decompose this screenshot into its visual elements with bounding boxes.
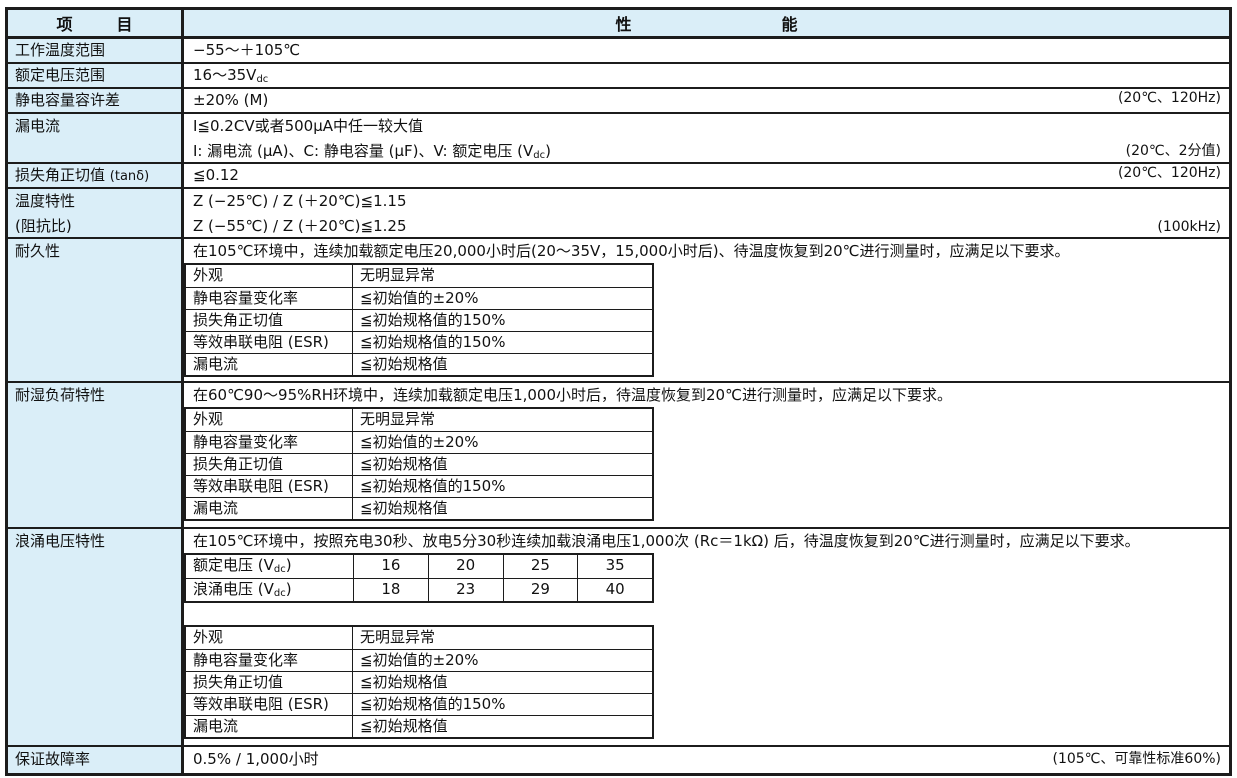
item-label: 耐湿负荷特性: [8, 383, 184, 527]
row-operating-temperature-range: 工作温度范围 −55〜＋105℃: [8, 39, 1229, 64]
vdc-subscript: dc: [274, 588, 286, 599]
table-row: 静电容量变化率 ≦初始值的±20%: [186, 431, 652, 453]
spec-value-cell: ≦0.12 (20℃、120Hz): [184, 164, 1229, 187]
table-row: 等效串联电阻 (ESR) ≦初始规格值的150%: [186, 693, 652, 715]
humidity-criteria-table: 外观 无明显异常 静电容量变化率 ≦初始值的±20% 损失角正切值 ≦初始规格值…: [184, 407, 654, 521]
row-dissipation-factor: 损失角正切值 (tanδ) ≦0.12 (20℃、120Hz): [8, 164, 1229, 189]
table-row: 损失角正切值 ≦初始规格值: [186, 453, 652, 475]
vdc-subscript: dc: [533, 150, 545, 161]
table-header-row: 项目 性能: [8, 10, 1229, 39]
row-temperature-characteristics: 温度特性 (阻抗比) Z (−25℃) / Z (＋20℃)≦1.15 Z (−…: [8, 189, 1229, 239]
row-capacitance-tolerance: 静电容量容许差 ±20% (M) (20℃、120Hz): [8, 89, 1229, 114]
spec-value: 0.5% / 1,000小时: [193, 750, 319, 768]
rated-voltage-value: 20: [429, 555, 504, 578]
rated-voltage-header: 额定电压 (Vdc): [186, 555, 354, 578]
table-row: 浪涌电压 (Vdc) 18 23 29 40: [186, 578, 652, 601]
table-row: 等效串联电阻 (ESR) ≦初始规格值的150%: [186, 331, 652, 353]
test-condition-text: 在60℃90〜95%RH环境中，连续加载额定电压1,000小时后，待温度恢复到2…: [184, 383, 1229, 407]
surge-voltage-value: 18: [354, 579, 429, 601]
test-condition-text: 在105℃环境中，连续加载额定电压20,000小时后(20〜35V，15,000…: [184, 239, 1229, 263]
spec-line-1: I≦0.2CV或者500μA中任一较大值: [193, 114, 1229, 139]
table-row: 外观 无明显异常: [186, 265, 652, 287]
table-row: 外观 无明显异常: [186, 627, 652, 649]
table-row: 等效串联电阻 (ESR) ≦初始规格值的150%: [186, 475, 652, 497]
spec-value-cell: −55〜＋105℃: [184, 39, 1229, 62]
surge-voltage-value: 29: [504, 579, 579, 601]
surge-voltage-header: 浪涌电压 (Vdc): [186, 579, 354, 601]
spec-value-cell: 在105℃环境中，连续加载额定电压20,000小时后(20〜35V，15,000…: [184, 239, 1229, 381]
vdc-subscript: dc: [274, 564, 286, 575]
spec-value-cell: 在105℃环境中，按照充电30秒、放电5分30秒连续加载浪涌电压1,000次 (…: [184, 529, 1229, 745]
spec-table: 项目 性能 工作温度范围 −55〜＋105℃ 额定电压范围 16〜35Vdc 静…: [5, 7, 1232, 776]
measurement-condition: (20℃、120Hz): [1118, 162, 1221, 185]
item-label-paren: (tanδ): [110, 169, 149, 184]
item-label: 耐久性: [8, 239, 184, 381]
spec-value-cell: 0.5% / 1,000小时 (105℃、可靠性标准60%): [184, 747, 1229, 773]
spec-value-cell: ±20% (M) (20℃、120Hz): [184, 89, 1229, 112]
header-performance-cell: 性能: [184, 10, 1229, 36]
header-performance-label: 性能: [465, 11, 947, 35]
surge-voltage-value: 23: [429, 579, 504, 601]
row-rated-voltage-range: 额定电压范围 16〜35Vdc: [8, 64, 1229, 89]
row-leakage-current: 漏电流 I≦0.2CV或者500μA中任一较大值 I: 漏电流 (μA)、C: …: [8, 114, 1229, 164]
spec-value: ≦0.12: [193, 166, 239, 184]
test-condition-text: 在105℃环境中，按照充电30秒、放电5分30秒连续加载浪涌电压1,000次 (…: [184, 529, 1229, 553]
header-item-label: 项目: [12, 11, 176, 35]
table-row: 静电容量变化率 ≦初始值的±20%: [186, 649, 652, 671]
measurement-condition: (100kHz): [1157, 219, 1221, 235]
rated-voltage-value: 35: [578, 555, 652, 578]
item-label: 额定电压范围: [8, 64, 184, 87]
item-label-line2: (阻抗比): [15, 214, 181, 239]
rated-voltage-value: 16: [354, 555, 429, 578]
row-humidity-load: 耐湿负荷特性 在60℃90〜95%RH环境中，连续加载额定电压1,000小时后，…: [8, 383, 1229, 529]
table-row: 损失角正切值 ≦初始规格值的150%: [186, 309, 652, 331]
measurement-condition: (20℃、2分值): [1126, 140, 1221, 160]
measurement-condition: (20℃、120Hz): [1118, 87, 1221, 110]
item-label: 温度特性 (阻抗比): [8, 189, 184, 237]
table-row: 外观 无明显异常: [186, 409, 652, 431]
table-row: 漏电流 ≦初始规格值: [186, 353, 652, 375]
surge-voltage-value: 40: [578, 579, 652, 601]
row-guaranteed-failure-rate: 保证故障率 0.5% / 1,000小时 (105℃、可靠性标准60%): [8, 747, 1229, 773]
table-row: 额定电压 (Vdc) 16 20 25 35: [186, 555, 652, 578]
item-label: 损失角正切值 (tanδ): [8, 164, 184, 187]
table-row: 损失角正切值 ≦初始规格值: [186, 671, 652, 693]
spec-line-1: Z (−25℃) / Z (＋20℃)≦1.15: [193, 189, 1229, 214]
item-label: 漏电流: [8, 114, 184, 162]
surge-criteria-table: 外观 无明显异常 静电容量变化率 ≦初始值的±20% 损失角正切值 ≦初始规格值…: [184, 625, 654, 739]
item-label: 工作温度范围: [8, 39, 184, 62]
surge-voltage-table: 额定电压 (Vdc) 16 20 25 35 浪涌电压 (Vdc) 18 23 …: [184, 553, 654, 603]
spec-value: −55〜＋105℃: [193, 41, 300, 59]
vdc-subscript: dc: [256, 74, 268, 85]
spec-value: 16〜35V: [193, 66, 256, 84]
rated-voltage-value: 25: [504, 555, 579, 578]
spec-line-2: Z (−55℃) / Z (＋20℃)≦1.25: [193, 214, 1229, 239]
spec-value-cell: 16〜35Vdc: [184, 64, 1229, 87]
table-row: 漏电流 ≦初始规格值: [186, 715, 652, 737]
measurement-condition: (105℃、可靠性标准60%): [1053, 747, 1222, 771]
spec-value: ±20% (M): [193, 91, 268, 109]
header-item-cell: 项目: [8, 10, 184, 36]
item-label: 浪涌电压特性: [8, 529, 184, 745]
spec-value-cell: Z (−25℃) / Z (＋20℃)≦1.15 Z (−55℃) / Z (＋…: [184, 189, 1229, 237]
table-row: 漏电流 ≦初始规格值: [186, 497, 652, 519]
row-surge-voltage: 浪涌电压特性 在105℃环境中，按照充电30秒、放电5分30秒连续加载浪涌电压1…: [8, 529, 1229, 747]
endurance-criteria-table: 外观 无明显异常 静电容量变化率 ≦初始值的±20% 损失角正切值 ≦初始规格值…: [184, 263, 654, 377]
spec-value-cell: I≦0.2CV或者500μA中任一较大值 I: 漏电流 (μA)、C: 静电容量…: [184, 114, 1229, 162]
item-label: 静电容量容许差: [8, 89, 184, 112]
item-label: 保证故障率: [8, 747, 184, 773]
table-row: 静电容量变化率 ≦初始值的±20%: [186, 287, 652, 309]
spec-value-cell: 在60℃90〜95%RH环境中，连续加载额定电压1,000小时后，待温度恢复到2…: [184, 383, 1229, 527]
row-endurance: 耐久性 在105℃环境中，连续加载额定电压20,000小时后(20〜35V，15…: [8, 239, 1229, 383]
